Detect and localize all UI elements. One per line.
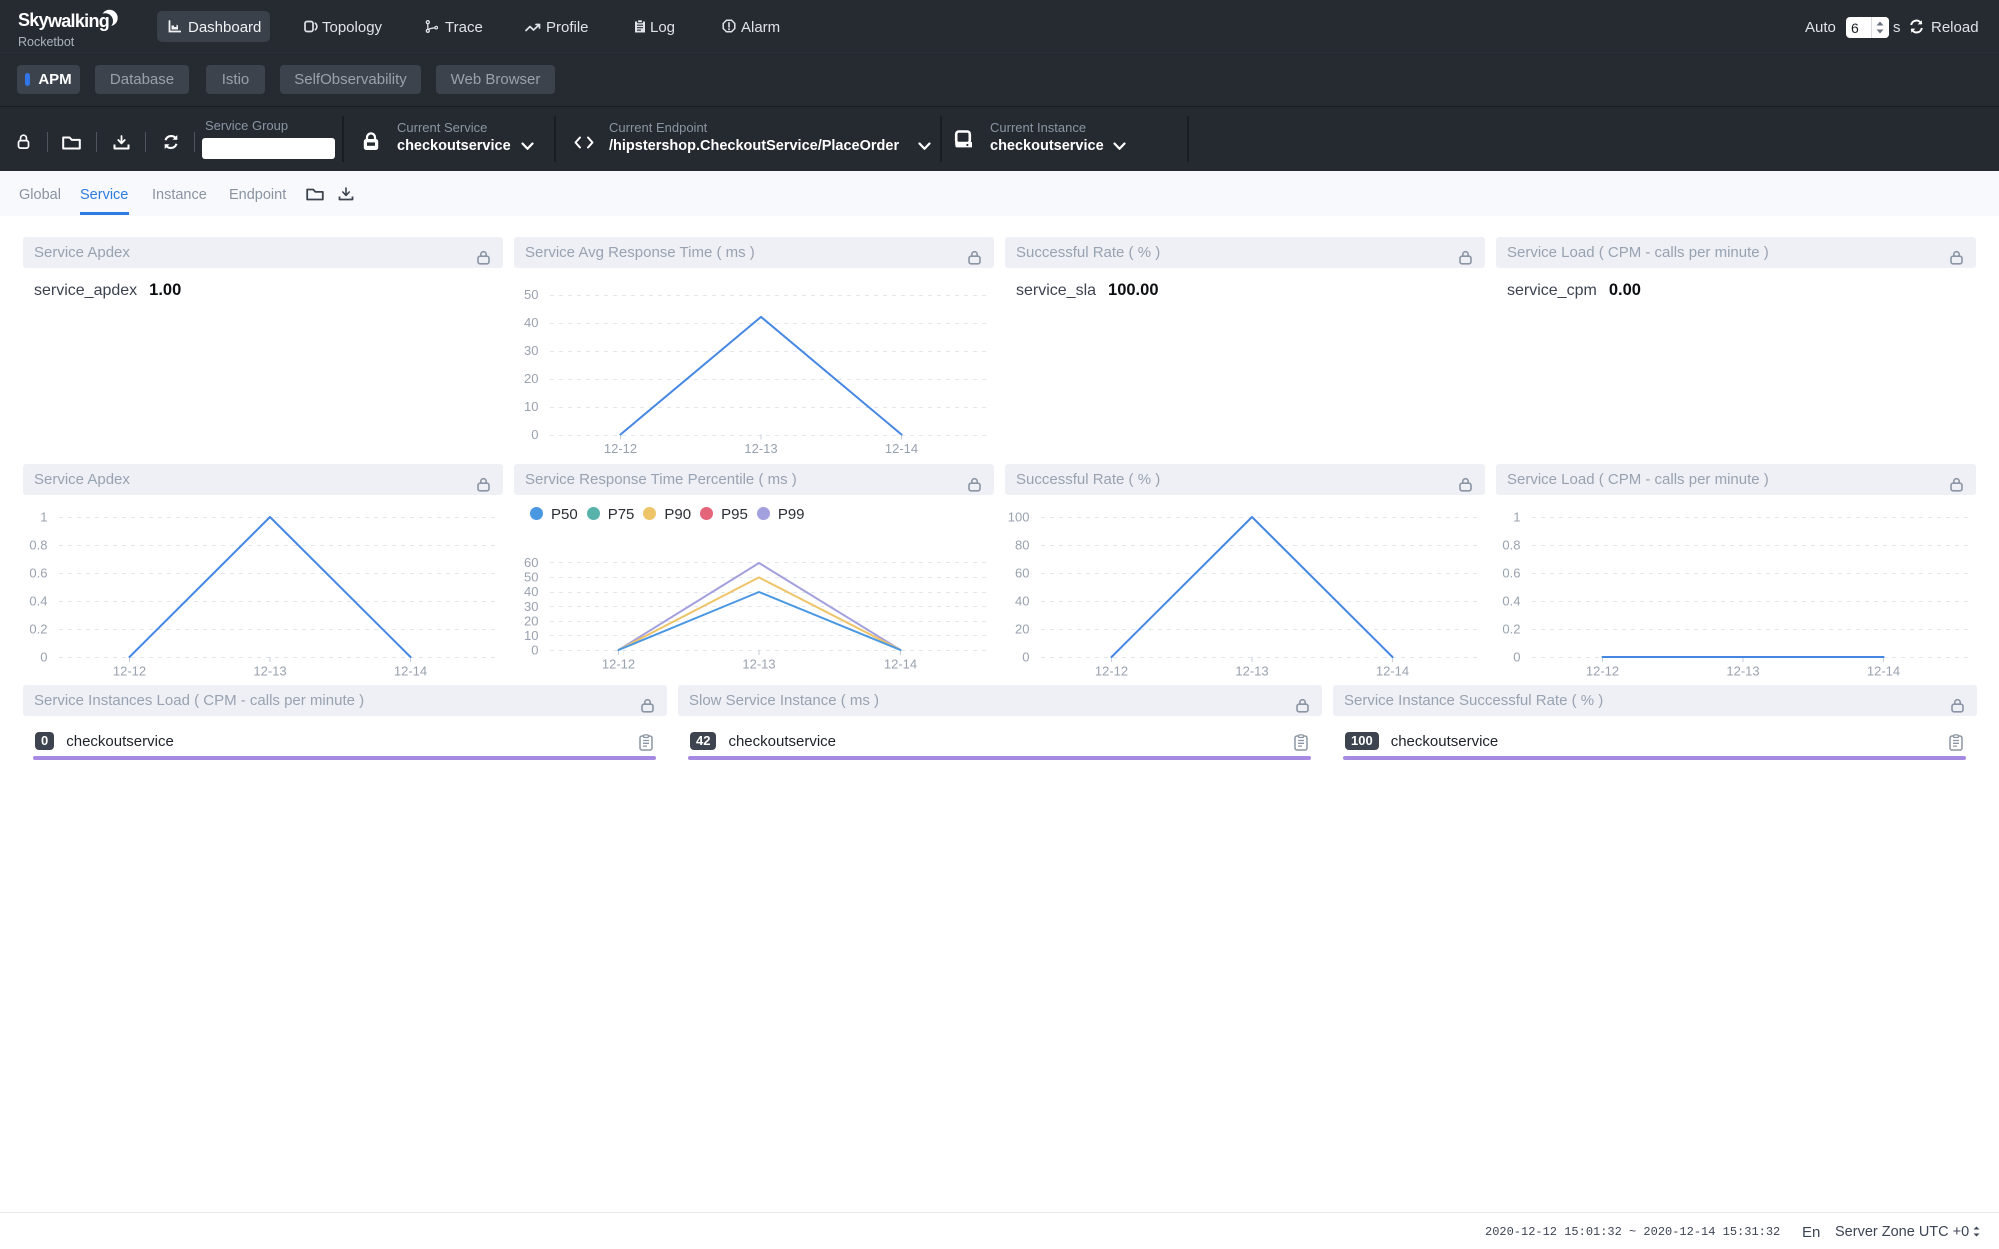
svg-text:12-14: 12-14 bbox=[885, 441, 918, 456]
svg-text:12-13: 12-13 bbox=[253, 664, 286, 679]
svg-text:10: 10 bbox=[524, 399, 538, 414]
svg-text:12-12: 12-12 bbox=[1095, 664, 1128, 679]
svg-text:1: 1 bbox=[1513, 510, 1520, 525]
svg-text:20: 20 bbox=[524, 613, 538, 628]
svg-text:0.8: 0.8 bbox=[29, 538, 47, 553]
svg-text:1: 1 bbox=[40, 510, 47, 525]
svg-text:20: 20 bbox=[524, 371, 538, 386]
svg-text:0: 0 bbox=[1022, 650, 1029, 665]
svg-text:60: 60 bbox=[1015, 566, 1029, 581]
svg-text:12-12: 12-12 bbox=[604, 441, 637, 456]
svg-text:12-14: 12-14 bbox=[884, 657, 917, 672]
svg-text:12-12: 12-12 bbox=[1586, 664, 1619, 679]
svg-text:12-14: 12-14 bbox=[1376, 664, 1409, 679]
svg-text:20: 20 bbox=[1015, 622, 1029, 637]
svg-text:80: 80 bbox=[1015, 538, 1029, 553]
svg-text:60: 60 bbox=[524, 555, 538, 570]
svg-text:0.2: 0.2 bbox=[29, 622, 47, 637]
svg-text:30: 30 bbox=[524, 599, 538, 614]
svg-text:0: 0 bbox=[531, 643, 538, 658]
svg-text:0.6: 0.6 bbox=[29, 566, 47, 581]
svg-text:12-12: 12-12 bbox=[602, 657, 635, 672]
svg-text:12-13: 12-13 bbox=[742, 657, 775, 672]
svg-text:0.4: 0.4 bbox=[29, 594, 47, 609]
svg-text:0.6: 0.6 bbox=[1502, 566, 1520, 581]
svg-text:0: 0 bbox=[40, 650, 47, 665]
svg-text:0.2: 0.2 bbox=[1502, 622, 1520, 637]
svg-text:40: 40 bbox=[524, 584, 538, 599]
svg-text:12-13: 12-13 bbox=[744, 441, 777, 456]
svg-text:0.8: 0.8 bbox=[1502, 538, 1520, 553]
svg-text:40: 40 bbox=[524, 315, 538, 330]
svg-text:12-14: 12-14 bbox=[394, 664, 427, 679]
svg-text:50: 50 bbox=[524, 570, 538, 585]
svg-text:30: 30 bbox=[524, 343, 538, 358]
svg-text:12-13: 12-13 bbox=[1726, 664, 1759, 679]
svg-text:100: 100 bbox=[1008, 510, 1030, 525]
svg-text:12-13: 12-13 bbox=[1235, 664, 1268, 679]
svg-text:50: 50 bbox=[524, 287, 538, 302]
svg-text:0: 0 bbox=[531, 427, 538, 442]
svg-text:0: 0 bbox=[1513, 650, 1520, 665]
svg-text:0.4: 0.4 bbox=[1502, 594, 1520, 609]
svg-text:12-14: 12-14 bbox=[1867, 664, 1900, 679]
svg-text:12-12: 12-12 bbox=[113, 664, 146, 679]
svg-text:10: 10 bbox=[524, 628, 538, 643]
svg-text:40: 40 bbox=[1015, 594, 1029, 609]
